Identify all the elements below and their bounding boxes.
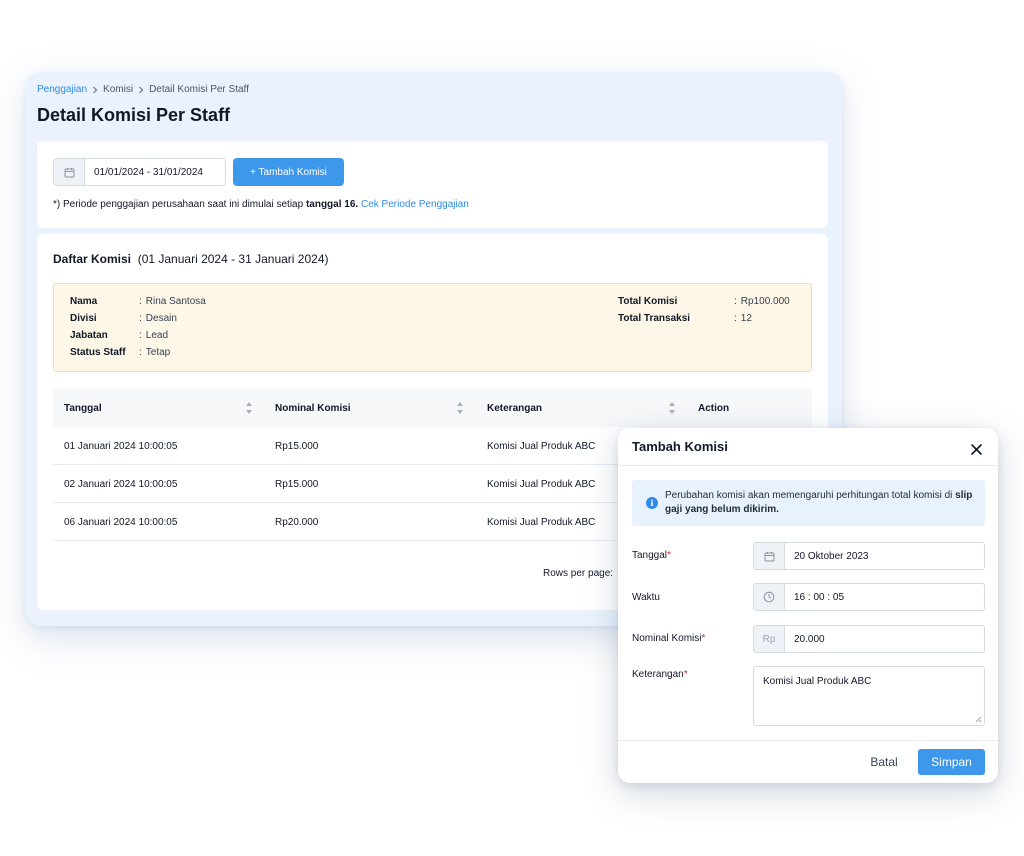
waktu-label: Waktu bbox=[632, 592, 660, 603]
staff-division-row: Divisi: Desain bbox=[70, 313, 177, 324]
time-field[interactable]: 16 : 00 : 05 bbox=[753, 583, 985, 611]
nominal-label: Nominal Komisi* bbox=[632, 633, 705, 644]
note-text: *) Periode penggajian perusahaan saat in… bbox=[53, 199, 306, 210]
alert-message: Perubahan komisi akan memengaruhi perhit… bbox=[665, 490, 956, 501]
chevron-right-icon bbox=[93, 86, 98, 93]
rows-per-page-label: Rows per page: bbox=[543, 568, 614, 579]
page-title: Detail Komisi Per Staff bbox=[37, 105, 231, 125]
total-commission-row: Total Komisi: Rp100.000 bbox=[618, 296, 790, 307]
nominal-value: 20.000 bbox=[794, 633, 825, 645]
staff-name-value: Rina Santosa bbox=[145, 296, 206, 307]
breadcrumb-komisi[interactable]: Komisi bbox=[103, 84, 133, 95]
cell-keterangan: Komisi Jual Produk ABC bbox=[487, 440, 596, 452]
alert-text: Perubahan komisi akan memengaruhi perhit… bbox=[665, 489, 977, 517]
col-header-keterangan[interactable]: Keterangan bbox=[487, 389, 542, 427]
currency-prefix: Rp bbox=[754, 626, 785, 652]
info-icon: i bbox=[646, 497, 658, 509]
col-header-tanggal[interactable]: Tanggal bbox=[64, 389, 102, 427]
note-bold: tanggal 16. bbox=[305, 199, 359, 210]
breadcrumb: Penggajian Komisi Detail Komisi Per Staf… bbox=[37, 84, 249, 95]
clock-icon bbox=[754, 584, 785, 610]
col-header-nominal[interactable]: Nominal Komisi bbox=[275, 389, 351, 427]
cell-keterangan: Komisi Jual Produk ABC bbox=[487, 478, 596, 490]
staff-position-label: Jabatan bbox=[70, 330, 108, 341]
sort-icon[interactable] bbox=[668, 402, 676, 414]
nominal-label-text: Nominal Komisi bbox=[632, 633, 702, 644]
cell-nominal: Rp15.000 bbox=[275, 478, 319, 490]
col-header-action: Action bbox=[698, 402, 730, 414]
colon: : bbox=[734, 296, 737, 307]
colon: : bbox=[139, 296, 142, 307]
list-title: Daftar Komisi (01 Januari 2024 - 31 Janu… bbox=[53, 252, 329, 266]
colon: : bbox=[139, 347, 142, 358]
staff-position-value: Lead bbox=[145, 330, 169, 341]
cell-tanggal: 06 Januari 2024 10:00:05 bbox=[64, 516, 178, 528]
check-payroll-period-link[interactable]: Cek Periode Penggajian bbox=[361, 199, 469, 210]
calendar-icon bbox=[754, 543, 785, 569]
staff-name-label: Nama bbox=[70, 296, 98, 307]
staff-status-value: Tetap bbox=[145, 347, 171, 358]
modal-footer-divider bbox=[618, 740, 998, 741]
breadcrumb-current: Detail Komisi Per Staff bbox=[149, 84, 249, 95]
modal-divider bbox=[618, 465, 998, 466]
date-value: 20 Oktober 2023 bbox=[794, 550, 869, 562]
required-mark: * bbox=[667, 550, 671, 561]
staff-name-row: Nama: Rina Santosa bbox=[70, 296, 206, 307]
tanggal-label-text: Tanggal bbox=[632, 550, 668, 561]
cell-tanggal: 02 Januari 2024 10:00:05 bbox=[64, 478, 178, 490]
cell-tanggal: 01 Januari 2024 10:00:05 bbox=[64, 440, 178, 452]
save-button[interactable]: Simpan bbox=[918, 749, 985, 775]
required-mark: * bbox=[701, 633, 706, 644]
description-textarea[interactable]: Komisi Jual Produk ABC bbox=[753, 666, 985, 726]
breadcrumb-penggajian[interactable]: Penggajian bbox=[37, 84, 87, 95]
info-alert: i Perubahan komisi akan memengaruhi perh… bbox=[632, 480, 985, 526]
chevron-right-icon bbox=[139, 86, 144, 93]
staff-summary: Nama: Rina Santosa Divisi: Desain Jabatan:… bbox=[53, 283, 812, 372]
total-commission-value: Rp100.000 bbox=[740, 296, 790, 307]
colon: : bbox=[139, 330, 142, 341]
colon: : bbox=[734, 313, 737, 324]
filter-card: 01/01/2024 - 31/01/2024 + Tambah Komisi … bbox=[37, 141, 828, 228]
close-icon[interactable] bbox=[966, 439, 986, 459]
list-title-label: Daftar Komisi bbox=[53, 252, 132, 266]
staff-status-label: Status Staff bbox=[70, 347, 126, 358]
cell-nominal: Rp15.000 bbox=[275, 440, 319, 452]
add-commission-modal: Tambah Komisi i Perubahan komisi akan me… bbox=[618, 428, 998, 783]
time-value: 16 : 00 : 05 bbox=[794, 591, 845, 603]
cancel-button[interactable]: Batal bbox=[860, 749, 908, 775]
staff-status-row: Status Staff: Tetap bbox=[70, 347, 170, 358]
tanggal-label: Tanggal* bbox=[632, 550, 671, 561]
required-mark: * bbox=[683, 669, 688, 680]
calendar-icon bbox=[54, 159, 85, 185]
description-value: Komisi Jual Produk ABC bbox=[763, 676, 872, 687]
date-range-picker[interactable]: 01/01/2024 - 31/01/2024 bbox=[53, 158, 226, 186]
date-range-value: 01/01/2024 - 31/01/2024 bbox=[94, 166, 203, 178]
sort-icon[interactable] bbox=[456, 402, 464, 414]
sort-icon[interactable] bbox=[245, 402, 253, 414]
keterangan-label-text: Keterangan bbox=[632, 669, 684, 680]
modal-title: Tambah Komisi bbox=[632, 439, 728, 454]
total-transaction-value: 12 bbox=[740, 313, 752, 324]
cell-nominal: Rp20.000 bbox=[275, 516, 319, 528]
staff-position-row: Jabatan: Lead bbox=[70, 330, 168, 341]
total-commission-label: Total Komisi bbox=[618, 296, 678, 307]
keterangan-label: Keterangan* bbox=[632, 669, 688, 680]
staff-division-value: Desain bbox=[145, 313, 177, 324]
date-field[interactable]: 20 Oktober 2023 bbox=[753, 542, 985, 570]
table-header: Tanggal Nominal Komisi Keterangan Action bbox=[53, 389, 812, 427]
total-transaction-label: Total Transaksi bbox=[618, 313, 691, 324]
colon: : bbox=[139, 313, 142, 324]
cell-keterangan: Komisi Jual Produk ABC bbox=[487, 516, 596, 528]
total-transaction-row: Total Transaksi:12 bbox=[618, 313, 752, 324]
payroll-period-note: *) Periode penggajian perusahaan saat in… bbox=[53, 199, 469, 210]
nominal-field[interactable]: Rp 20.000 bbox=[753, 625, 985, 653]
resize-handle-icon[interactable] bbox=[975, 716, 982, 723]
list-period: (01 Januari 2024 - 31 Januari 2024) bbox=[137, 252, 329, 266]
staff-division-label: Divisi bbox=[70, 313, 97, 324]
add-commission-button[interactable]: + Tambah Komisi bbox=[233, 158, 344, 186]
